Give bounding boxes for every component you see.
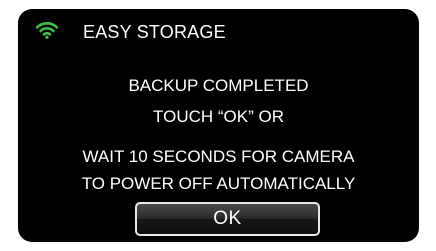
message-line-2: TOUCH “OK” OR xyxy=(153,107,284,126)
ok-button-label: OK xyxy=(213,208,242,229)
wifi-icon xyxy=(35,21,59,39)
message-line-1: BACKUP COMPLETED xyxy=(128,76,309,95)
message-line-4: TO POWER OFF AUTOMATICALLY xyxy=(81,174,356,193)
message-line-3: WAIT 10 SECONDS FOR CAMERA xyxy=(82,147,355,166)
header-title: EASY STORAGE xyxy=(83,22,226,42)
camera-screen: EASY STORAGE BACKUP COMPLETED TOUCH “OK”… xyxy=(18,9,419,242)
header-bar: EASY STORAGE xyxy=(18,17,419,47)
ok-button[interactable]: OK xyxy=(135,202,320,236)
